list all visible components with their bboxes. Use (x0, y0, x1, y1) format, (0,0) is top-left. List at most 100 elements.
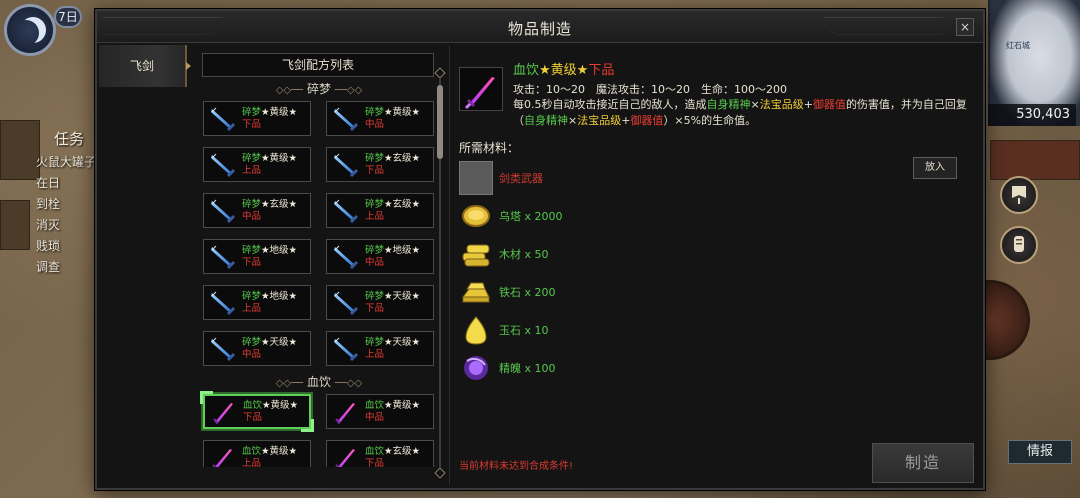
close-button[interactable]: × (956, 18, 974, 36)
recipe-group-title: ◇◇── 血饮 ──◇◇ (275, 375, 363, 389)
crafting-dialog: 物品制造 × 飞剑 飞剑配方列表 ◇◇── 碎梦 ──◇◇ 碎梦★黄级★ 下品 碎梦… (95, 9, 985, 490)
tab-flying-sword[interactable]: 飞剑 (99, 45, 191, 87)
wood-icon (459, 237, 493, 271)
moon-icon (20, 17, 46, 43)
recipe-item-name: 碎梦 (242, 152, 262, 164)
recipe-item-quality: 上品 (365, 210, 385, 222)
world-building (0, 200, 30, 250)
craft-button[interactable]: 制造 (872, 443, 974, 483)
recipe-item-quality: 中品 (242, 210, 262, 222)
recipe-item[interactable]: 碎梦★玄级★ 中品 (203, 193, 311, 228)
item-description: 每0.5秒自动攻击接近自己的敌人，造成自身精神×法宝品级+御器值的伤害值，并为自… (513, 98, 967, 127)
divider (449, 45, 450, 485)
recipe-item[interactable]: 碎梦★地级★ 上品 (203, 285, 311, 320)
scroll-button[interactable] (1000, 226, 1038, 264)
recipe-item-quality: 下品 (242, 256, 262, 268)
recipe-list[interactable]: ◇◇── 碎梦 ──◇◇ 碎梦★黄级★ 下品 碎梦★黄级★ 中品 碎梦★黄级★ 上品 碎梦★… (197, 79, 441, 467)
recipe-item-name: 血饮 (365, 399, 385, 411)
recipe-item-quality: 中品 (365, 411, 385, 423)
recipe-item-label: 碎梦★玄级★ 中品 (242, 199, 297, 223)
blood-sword-icon (459, 67, 503, 111)
material-name: 玉石 x 10 (499, 324, 549, 337)
blue-sword-icon (208, 150, 238, 180)
blue-sword-icon (331, 104, 361, 134)
recipe-item[interactable]: 血饮★黄级★ 下品 (200, 391, 314, 432)
material-name: 精魄 x 100 (499, 362, 556, 375)
recipe-item-label: 血饮★玄级★ 下品 (365, 446, 420, 468)
recipe-item-name: 碎梦 (242, 106, 262, 118)
recipe-item-quality: 下品 (365, 164, 385, 176)
recipe-item[interactable]: 碎梦★地级★ 中品 (326, 239, 434, 274)
recipe-item-grade: ★天级★ (384, 336, 421, 348)
material-row: 乌塔 x 2000 (459, 199, 563, 233)
day-night-clock[interactable] (4, 4, 56, 56)
scrollbar-thumb[interactable] (437, 85, 443, 159)
recipe-item-grade: ★黄级★ (261, 106, 298, 118)
recipe-item-label: 碎梦★天级★ 中品 (242, 337, 297, 361)
material-name: 木材 x 50 (499, 248, 549, 261)
recipe-item[interactable]: 碎梦★黄级★ 上品 (203, 147, 311, 182)
recipe-item-label: 碎梦★地级★ 上品 (242, 291, 297, 315)
recipe-item-name: 碎梦 (242, 336, 262, 348)
blood-sword-icon (331, 443, 361, 467)
dialog-header: 物品制造 × (97, 11, 983, 43)
item-name: 血饮★黄级★下品 (513, 63, 615, 78)
recipe-item-name: 血饮 (365, 445, 385, 457)
material-row: 剑类武器 (459, 161, 543, 195)
place-button[interactable]: 放入 (913, 157, 957, 179)
blue-sword-icon (331, 196, 361, 226)
recipe-list-header: 飞剑配方列表 (202, 53, 434, 77)
recipe-item-quality: 中品 (242, 348, 262, 360)
material-row: 木材 x 50 (459, 237, 549, 271)
recipe-item[interactable]: 碎梦★地级★ 下品 (203, 239, 311, 274)
recipe-item-grade: ★天级★ (384, 290, 421, 302)
recipe-item-label: 碎梦★地级★ 中品 (365, 245, 420, 269)
recipe-item[interactable]: 血饮★黄级★ 中品 (326, 394, 434, 429)
blue-sword-icon (331, 150, 361, 180)
recipe-item[interactable]: 血饮★黄级★ 上品 (203, 440, 311, 467)
recipe-item-grade: ★玄级★ (384, 445, 421, 457)
recipe-item[interactable]: 碎梦★天级★ 下品 (326, 285, 434, 320)
recipe-item-quality: 下品 (243, 411, 263, 423)
recipe-item-label: 碎梦★天级★ 下品 (365, 291, 420, 315)
recipe-item[interactable]: 碎梦★黄级★ 下品 (203, 101, 311, 136)
recipe-item[interactable]: 血饮★玄级★ 下品 (326, 440, 434, 467)
recipe-item-quality: 下品 (365, 302, 385, 314)
recipe-item-name: 碎梦 (365, 336, 385, 348)
dialog-title: 物品制造 (507, 20, 572, 38)
recipe-item-label: 碎梦★黄级★ 下品 (242, 107, 297, 131)
recipe-item-label: 碎梦★黄级★ 上品 (242, 153, 297, 177)
day-counter: 7日 (54, 6, 82, 28)
recipe-item[interactable]: 碎梦★黄级★ 中品 (326, 101, 434, 136)
recipe-item-grade: ★玄级★ (261, 198, 298, 210)
material-name: 剑类武器 (499, 172, 543, 185)
recipe-item[interactable]: 碎梦★玄级★ 上品 (326, 193, 434, 228)
recipe-item-grade: ★黄级★ (261, 152, 298, 164)
banner-button[interactable] (1000, 176, 1038, 214)
craft-warning: 当前材料未达到合成条件! (459, 461, 574, 472)
empty-slot[interactable] (459, 161, 493, 195)
recipe-item-quality: 上品 (242, 164, 262, 176)
recipe-list-scrollbar[interactable] (434, 67, 446, 479)
recipe-item-quality: 中品 (365, 118, 385, 130)
blue-sword-icon (331, 288, 361, 318)
recipe-item-name: 碎梦 (242, 244, 262, 256)
recipe-item[interactable]: 碎梦★天级★ 上品 (326, 331, 434, 366)
item-stats: 攻击：10～20 魔法攻击：10～20 生命：100～200 (513, 83, 787, 96)
world-building (990, 140, 1080, 180)
intel-button[interactable]: 情报 (1008, 440, 1072, 464)
recipe-group-title: ◇◇── 碎梦 ──◇◇ (275, 82, 363, 96)
recipe-item-quality: 上品 (242, 457, 262, 468)
scroll-icon (1014, 236, 1024, 252)
recipe-item[interactable]: 碎梦★天级★ 中品 (203, 331, 311, 366)
blue-sword-icon (208, 242, 238, 272)
recipe-item-grade: ★天级★ (261, 336, 298, 348)
recipe-item[interactable]: 碎梦★玄级★ 下品 (326, 147, 434, 182)
iron-ore-icon (459, 275, 493, 309)
recipe-item-grade: ★玄级★ (384, 152, 421, 164)
coin-icon (459, 199, 493, 233)
recipe-item-grade: ★地级★ (261, 290, 298, 302)
recipe-item-quality: 上品 (242, 302, 262, 314)
blue-sword-icon (208, 288, 238, 318)
recipe-item-name: 碎梦 (365, 106, 385, 118)
